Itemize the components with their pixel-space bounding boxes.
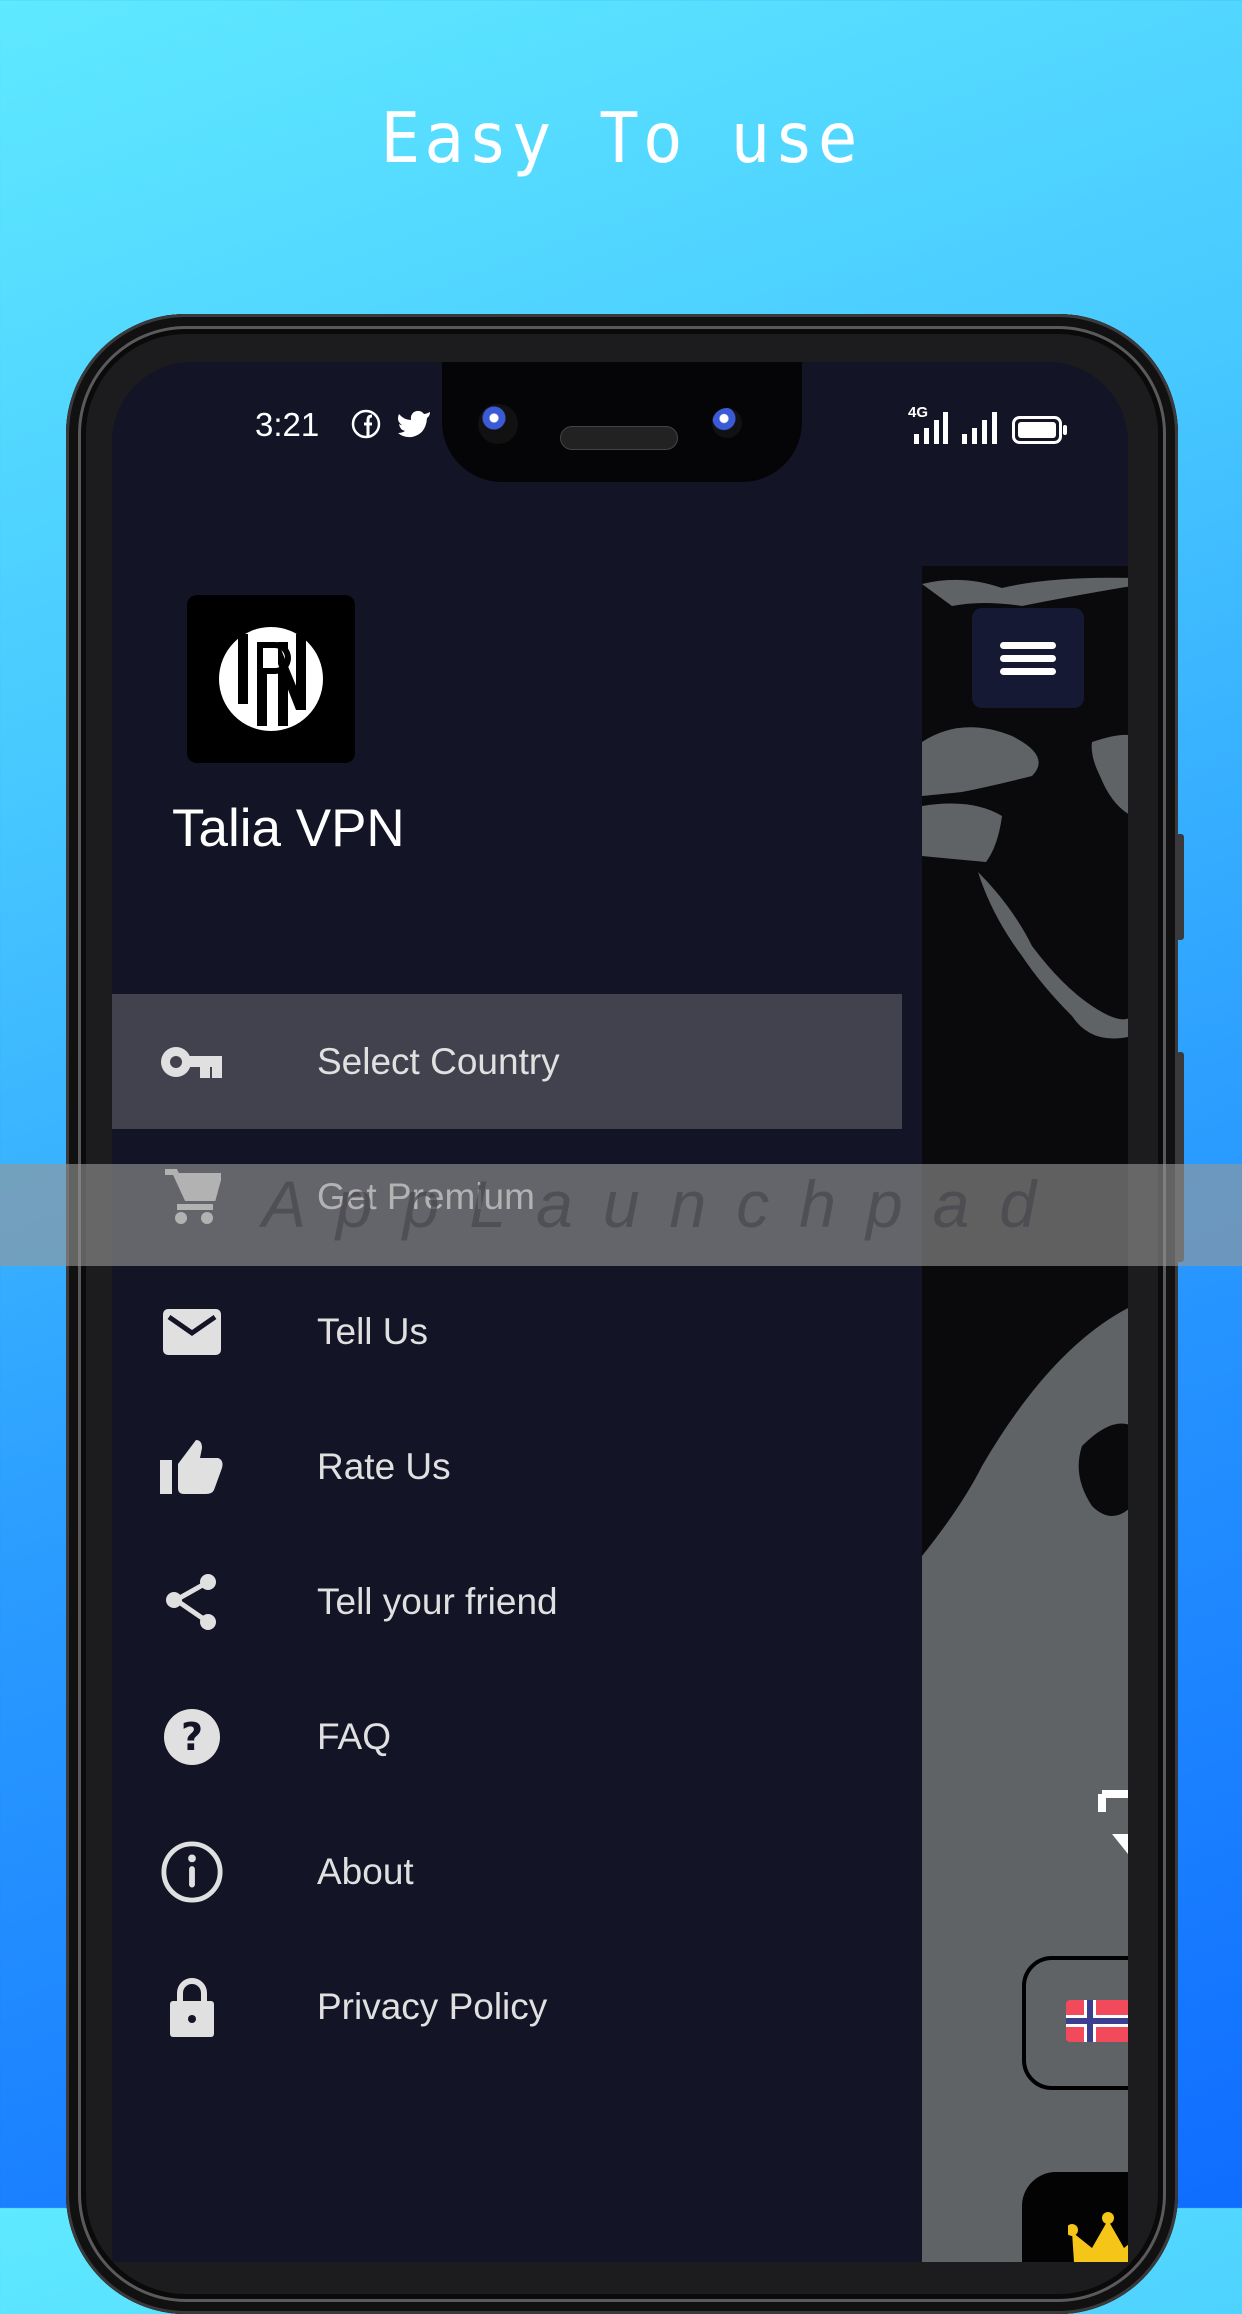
menu-item-tell-your-friend[interactable]: Tell your friend bbox=[112, 1534, 902, 1669]
menu-item-label: Rate Us bbox=[317, 1445, 451, 1487]
facebook-icon bbox=[351, 409, 381, 439]
mail-icon bbox=[160, 1300, 224, 1364]
menu-item-select-country[interactable]: Select Country bbox=[112, 994, 902, 1129]
help-icon: ? bbox=[160, 1705, 224, 1769]
app-logo bbox=[187, 595, 355, 763]
phone-screen: Talia VPN Select Country Get Premium Tel… bbox=[112, 362, 1128, 2262]
battery-icon bbox=[1012, 416, 1067, 444]
info-icon bbox=[160, 1840, 224, 1904]
drawer-menu: Select Country Get Premium Tell Us Rate … bbox=[112, 994, 902, 2074]
watermark-text: AppLaunchpad bbox=[262, 1167, 1067, 1241]
thumbs-up-icon bbox=[160, 1435, 224, 1499]
menu-item-privacy-policy[interactable]: Privacy Policy bbox=[112, 1939, 902, 2074]
menu-item-label: Tell your friend bbox=[317, 1580, 558, 1622]
svg-text:?: ? bbox=[181, 1715, 203, 1759]
world-map-panel bbox=[922, 566, 1128, 2262]
hamburger-icon-bar bbox=[1000, 667, 1056, 675]
lock-icon bbox=[160, 1975, 224, 2039]
phone-volume-button bbox=[1176, 834, 1184, 940]
menu-item-label: Privacy Policy bbox=[317, 1985, 548, 2027]
disconnect-icon[interactable] bbox=[1098, 1788, 1128, 1854]
signal-4g-icon: 4G bbox=[902, 404, 948, 444]
premium-button[interactable] bbox=[1022, 2172, 1128, 2262]
front-camera bbox=[478, 404, 518, 444]
status-time: 3:21 bbox=[255, 406, 320, 443]
menu-item-label: Tell Us bbox=[317, 1310, 429, 1352]
camera-notch bbox=[442, 362, 802, 482]
app-name: Talia VPN bbox=[172, 799, 405, 858]
norway-flag-icon bbox=[1066, 2000, 1128, 2042]
menu-item-label: Select Country bbox=[317, 1040, 560, 1082]
menu-item-about[interactable]: About bbox=[112, 1804, 902, 1939]
menu-item-rate-us[interactable]: Rate Us bbox=[112, 1399, 902, 1534]
share-icon bbox=[160, 1570, 224, 1634]
signal-icon bbox=[962, 412, 997, 444]
status-icons: 4G bbox=[902, 404, 1068, 444]
crown-icon bbox=[1068, 2212, 1128, 2262]
navigation-drawer: Talia VPN Select Country Get Premium Tel… bbox=[112, 362, 902, 2262]
menu-item-tell-us[interactable]: Tell Us bbox=[112, 1264, 902, 1399]
front-sensor bbox=[712, 408, 742, 438]
menu-item-faq[interactable]: ? FAQ bbox=[112, 1669, 902, 1804]
menu-item-label: FAQ bbox=[317, 1715, 392, 1757]
key-icon bbox=[160, 1030, 224, 1094]
promo-headline: Easy To use bbox=[380, 98, 862, 179]
twitter-icon bbox=[398, 410, 430, 438]
hamburger-icon-bar bbox=[1000, 654, 1056, 662]
hamburger-icon-bar bbox=[1000, 641, 1056, 649]
earpiece-speaker bbox=[560, 426, 678, 450]
menu-button[interactable] bbox=[972, 608, 1084, 708]
menu-item-label: About bbox=[317, 1850, 414, 1892]
country-selector[interactable] bbox=[1022, 1956, 1128, 2090]
